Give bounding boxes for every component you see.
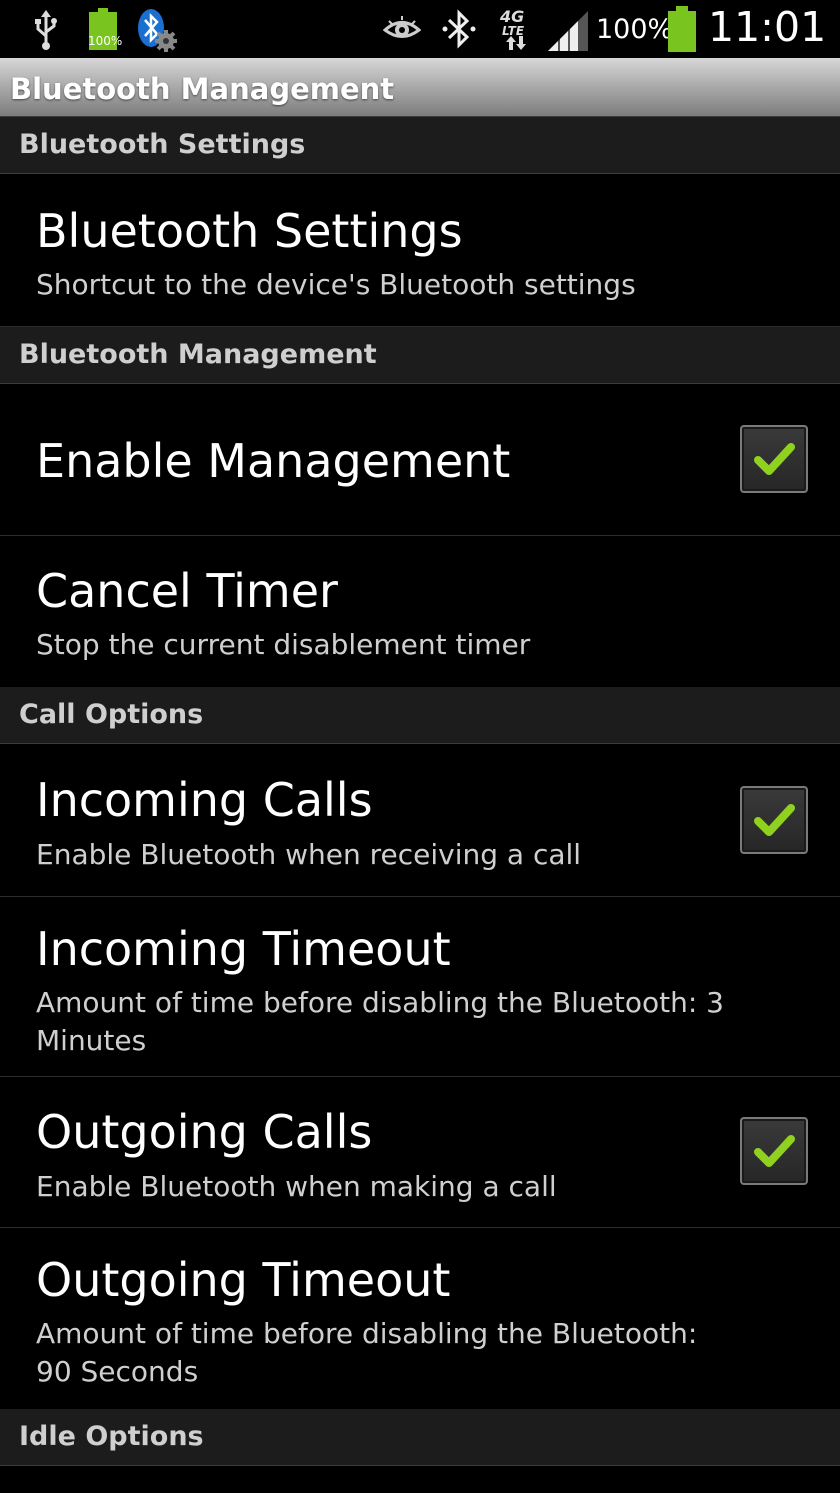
usb-icon xyxy=(35,10,57,50)
check-mark-icon xyxy=(754,804,795,836)
pref-title: Cancel Timer xyxy=(36,564,338,618)
category-idle-options: Idle Options xyxy=(0,1409,840,1466)
category-call-options: Call Options xyxy=(0,687,840,744)
pref-outgoing-calls[interactable]: Outgoing Calls Enable Bluetooth when mak… xyxy=(0,1077,840,1228)
pref-bluetooth-settings[interactable]: Bluetooth Settings Shortcut to the devic… xyxy=(0,174,840,327)
bluetooth-icon xyxy=(442,9,476,49)
battery-percent: 100% xyxy=(596,14,674,45)
pref-summary: Shortcut to the device's Bluetooth setti… xyxy=(36,268,636,301)
incoming-calls-checkbox[interactable] xyxy=(740,786,808,854)
pref-title: Enable Management xyxy=(36,434,511,488)
pref-incoming-calls[interactable]: Incoming Calls Enable Bluetooth when rec… xyxy=(0,744,840,897)
check-mark-icon xyxy=(754,443,795,475)
app-title-bar: Bluetooth Management xyxy=(0,58,840,117)
pref-enable-management[interactable]: Enable Management xyxy=(0,384,840,536)
pref-outgoing-timeout[interactable]: Outgoing Timeout Amount of time before d… xyxy=(0,1228,840,1409)
check-mark-icon xyxy=(754,1135,795,1167)
data-arrows-icon xyxy=(506,36,526,50)
category-label: Bluetooth Management xyxy=(19,339,377,370)
category-label: Call Options xyxy=(19,699,204,730)
pref-summary: Amount of time before disabling the Blue… xyxy=(36,1317,698,1388)
category-bluetooth-settings: Bluetooth Settings xyxy=(0,117,840,174)
pref-title: Incoming Calls xyxy=(36,773,373,827)
pref-title: Outgoing Calls xyxy=(36,1105,373,1159)
preference-list: Bluetooth Settings Bluetooth Settings Sh… xyxy=(0,117,840,1466)
eye-icon xyxy=(383,16,421,38)
bluetooth-settings-icon xyxy=(138,9,177,52)
pref-title: Bluetooth Settings xyxy=(36,204,463,258)
pref-title: Outgoing Timeout xyxy=(36,1253,451,1307)
app-title: Bluetooth Management xyxy=(10,72,395,106)
category-bluetooth-management: Bluetooth Management xyxy=(0,327,840,384)
network-type-top: 4G xyxy=(500,7,525,26)
pref-cancel-timer[interactable]: Cancel Timer Stop the current disablemen… xyxy=(0,536,840,687)
pref-summary: Enable Bluetooth when making a call xyxy=(36,1170,557,1203)
pref-summary: Enable Bluetooth when receiving a call xyxy=(36,838,582,871)
status-bar: 100% 4G LTE 100% 11:01 xyxy=(0,0,840,58)
small-battery-label: 100% xyxy=(88,34,123,48)
signal-icon xyxy=(548,11,588,51)
category-label: Bluetooth Settings xyxy=(19,129,306,160)
category-label: Idle Options xyxy=(19,1421,204,1452)
pref-summary: Stop the current disablement timer xyxy=(36,628,531,661)
pref-title: Incoming Timeout xyxy=(36,922,451,976)
enable-management-checkbox[interactable] xyxy=(740,425,808,493)
clock: 11:01 xyxy=(708,3,827,51)
battery-icon xyxy=(668,6,696,52)
pref-summary: Amount of time before disabling the Blue… xyxy=(36,986,724,1057)
outgoing-calls-checkbox[interactable] xyxy=(740,1117,808,1185)
pref-incoming-timeout[interactable]: Incoming Timeout Amount of time before d… xyxy=(0,897,840,1077)
